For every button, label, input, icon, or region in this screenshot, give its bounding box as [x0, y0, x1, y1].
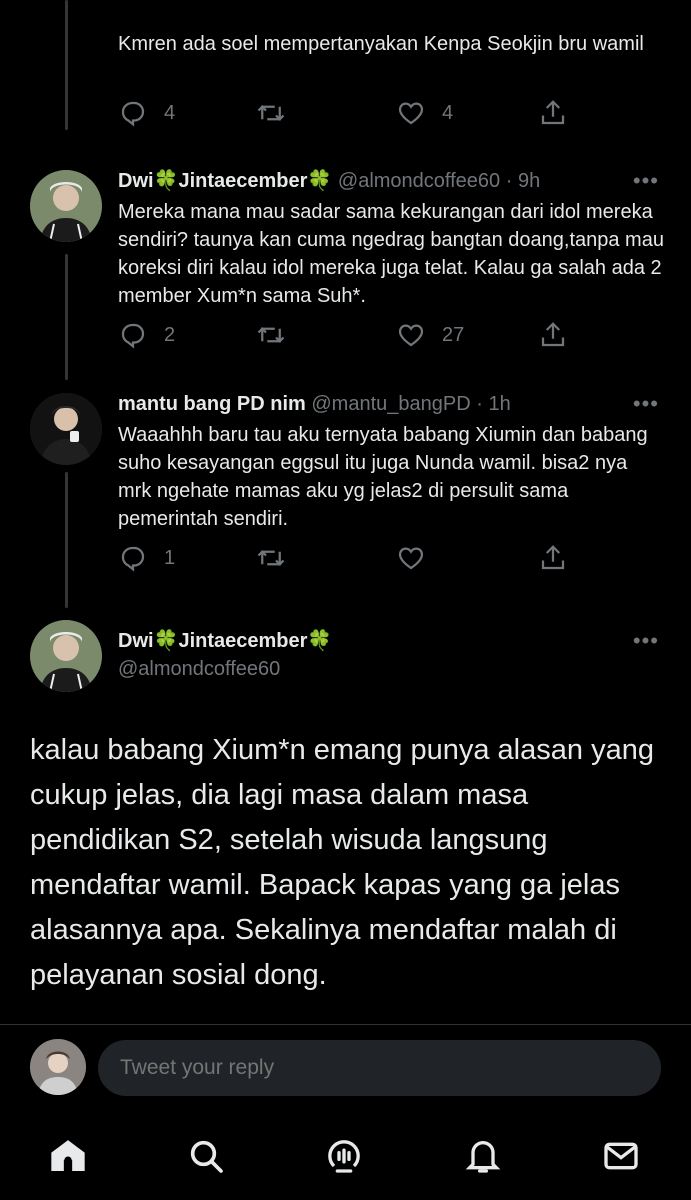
user-handle[interactable]: @almondcoffee60 — [118, 658, 280, 680]
nav-messages[interactable] — [599, 1134, 643, 1178]
notifications-icon — [465, 1141, 501, 1173]
tweet-header: Dwi🍀Jintaecember🍀 — [118, 628, 657, 654]
nav-notifications[interactable] — [461, 1134, 505, 1178]
spaces-icon — [328, 1140, 360, 1173]
reply-bar — [0, 1030, 691, 1110]
bottom-nav — [0, 1110, 691, 1200]
nav-search[interactable] — [184, 1134, 228, 1178]
main-tweet: Dwi🍀Jintaecember🍀 @almondcoffee60 ••• ka… — [0, 0, 691, 1010]
my-avatar[interactable] — [30, 1039, 86, 1095]
more-options-icon[interactable]: ••• — [633, 630, 659, 652]
avatar[interactable] — [30, 620, 102, 692]
handle-line: @almondcoffee60 — [118, 656, 657, 682]
nav-spaces[interactable] — [322, 1134, 366, 1178]
divider — [0, 1024, 691, 1025]
main-tweet-text: kalau babang Xium*n emang punya alasan y… — [30, 734, 654, 991]
display-name[interactable]: Dwi🍀Jintaecember🍀 — [118, 630, 332, 652]
home-icon — [51, 1140, 85, 1171]
nav-home[interactable] — [46, 1134, 90, 1178]
search-icon — [190, 1140, 223, 1173]
reply-input[interactable] — [98, 1040, 661, 1096]
messages-icon — [604, 1142, 638, 1170]
